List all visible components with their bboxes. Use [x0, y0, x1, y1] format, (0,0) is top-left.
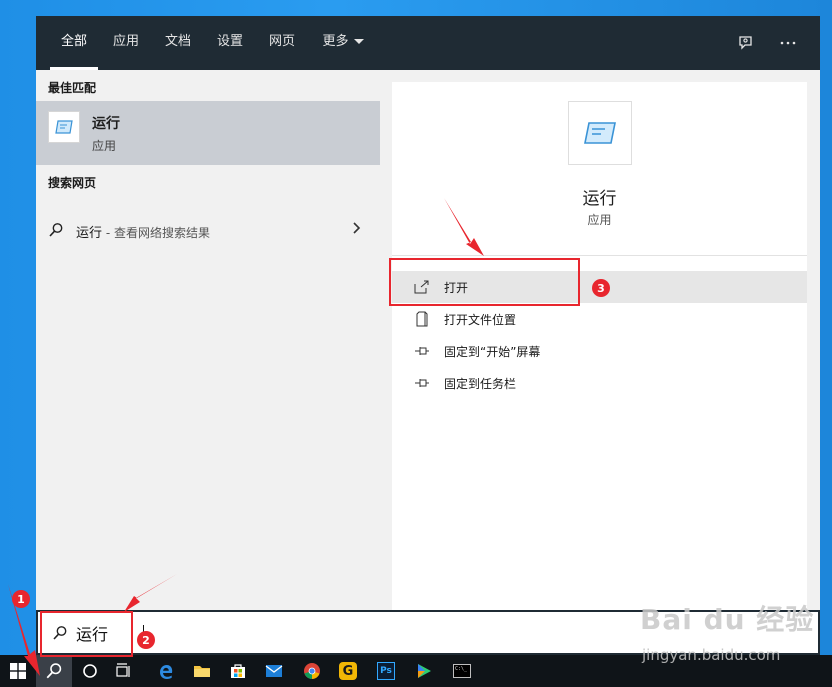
web-search-result[interactable]: 运行 - 查看网络搜索结果 [36, 216, 380, 246]
filter-tab-bar: 全部 应用 文档 设置 网页 更多 [36, 16, 820, 70]
divider [392, 255, 807, 256]
task-view-icon[interactable] [106, 655, 142, 687]
tab-documents[interactable]: 文档 [156, 16, 200, 70]
preview-app-name: 运行 [582, 189, 617, 209]
tab-web[interactable]: 网页 [260, 16, 304, 70]
start-search-window: 全部 应用 文档 设置 网页 更多 最佳匹配 运行 应用 搜索网页 运行 - 查… [36, 16, 820, 655]
g-app-icon[interactable]: G [330, 655, 366, 687]
cmd-label: C:\_ [453, 664, 471, 678]
mail-icon[interactable] [256, 655, 292, 687]
watermark-url: jingyan.baidu.com [642, 646, 781, 664]
step-badge-3: 3 [592, 279, 610, 297]
pin-to-start-action[interactable]: 固定到“开始”屏幕 [392, 335, 807, 367]
store-icon[interactable] [220, 655, 256, 687]
best-match-type: 应用 [92, 139, 117, 153]
highlight-box-open [389, 258, 580, 306]
chrome-icon[interactable] [294, 655, 330, 687]
preview-pane: 运行 应用 打开 打开文件位置 固定到“开始”屏幕 固定到任务栏 [392, 82, 807, 610]
step-badge-1: 1 [12, 590, 30, 608]
highlight-box-search [40, 611, 133, 657]
preview-app-type: 应用 [587, 213, 612, 227]
g-app-label: G [339, 662, 357, 680]
web-search-heading: 搜索网页 [48, 176, 97, 190]
pin-to-taskbar-action[interactable]: 固定到任务栏 [392, 367, 807, 399]
best-match-heading: 最佳匹配 [48, 81, 97, 95]
best-match-item[interactable]: 运行 应用 [36, 101, 380, 165]
file-location-icon [414, 311, 430, 327]
open-file-location-action[interactable]: 打开文件位置 [392, 303, 807, 335]
baidu-watermark: Bai du 经验 jingyan.baidu.com [640, 598, 825, 668]
cmd-icon[interactable]: C:\_ [444, 655, 480, 687]
tab-settings[interactable]: 设置 [208, 16, 252, 70]
results-list: 最佳匹配 运行 应用 搜索网页 运行 - 查看网络搜索结果 [36, 70, 380, 610]
best-match-name: 运行 [92, 116, 120, 132]
pin-icon [414, 375, 430, 391]
tab-more-label: 更多 [322, 34, 349, 49]
chevron-down-icon [353, 39, 364, 44]
watermark-brand: Bai du 经验 [640, 603, 815, 636]
run-app-icon [568, 101, 632, 165]
search-icon [49, 223, 63, 237]
photoshop-icon[interactable]: Ps [368, 655, 404, 687]
tab-more[interactable]: 更多 [314, 16, 372, 70]
more-icon[interactable] [776, 31, 800, 55]
open-file-location-label: 打开文件位置 [444, 313, 517, 327]
windows-start-icon[interactable] [0, 655, 36, 687]
edge-icon[interactable] [148, 655, 184, 687]
feedback-icon[interactable] [734, 31, 758, 55]
pin-to-taskbar-label: 固定到任务栏 [444, 377, 517, 391]
search-icon[interactable] [36, 655, 72, 687]
web-query-text: 运行 [76, 226, 103, 241]
run-app-icon [48, 111, 80, 143]
media-player-icon[interactable] [406, 655, 442, 687]
pin-icon [414, 343, 430, 359]
chevron-right-icon[interactable] [352, 220, 362, 239]
cortana-icon[interactable] [72, 655, 108, 687]
tab-apps[interactable]: 应用 [104, 16, 148, 70]
step-badge-2: 2 [137, 631, 155, 649]
web-query-suffix: - 查看网络搜索结果 [102, 226, 210, 240]
file-explorer-icon[interactable] [184, 655, 220, 687]
pin-to-start-label: 固定到“开始”屏幕 [444, 345, 541, 359]
photoshop-label: Ps [377, 662, 395, 680]
tab-all[interactable]: 全部 [50, 16, 98, 70]
